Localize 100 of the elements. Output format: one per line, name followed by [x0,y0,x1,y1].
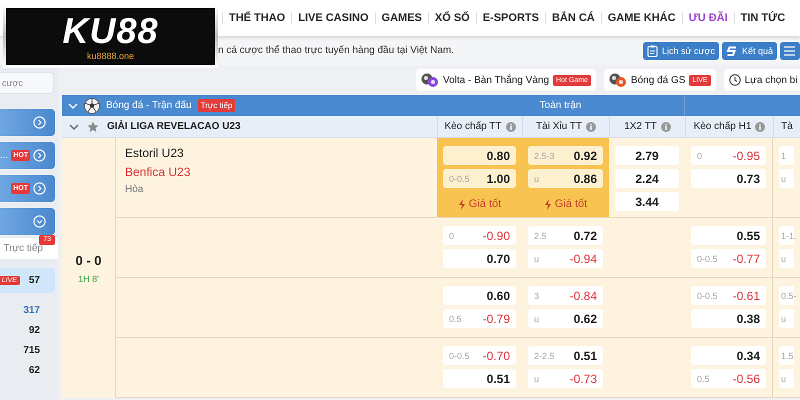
odds-value: 0.92 [574,148,597,162]
odds-cell[interactable]: 0 -0.90 [443,226,516,245]
handicap-line: 3 [534,290,540,300]
odds-cell[interactable]: u 0.62 [528,309,603,328]
odds-value: -0.61 [732,288,760,302]
odds-value: -0.79 [482,312,510,326]
star-icon[interactable] [87,120,99,132]
logo-domain: ku8888.one [86,50,134,62]
odds-cell[interactable]: 0-0.5 1.00 [443,169,516,188]
column-header: Tà [773,116,800,138]
odds-cell[interactable]: 0.38 [691,309,766,328]
lightning-icon [544,198,552,210]
sidebar-item[interactable] [0,109,55,136]
best-price-label: Giá tốt [528,198,603,210]
lightning-icon [458,198,466,210]
handicap-line: 0-0.5 [449,350,470,360]
odds-cell[interactable]: 3.44 [615,192,679,211]
odds-cell[interactable]: 0.80 [443,146,516,165]
odds-cell[interactable]: 2.24 [615,169,679,188]
sport-row[interactable]: 92 [0,320,55,340]
nav-tab[interactable]: XỔ SỐ [428,12,476,24]
handicap-line: 0.5- [781,290,797,300]
odds-cell[interactable]: u 0.86 [528,169,603,188]
handicap-line: 0.5 [697,374,710,384]
handicap-line: 0-0.5 [697,290,718,300]
nav-tab[interactable]: GAME KHÁC [600,12,682,24]
odds-cell[interactable]: 0.70 [443,249,516,268]
odds-value: 0.70 [486,252,510,266]
chip-label: Lựa chọn bi [744,74,798,86]
results-icon [726,44,738,56]
history-button[interactable]: Lịch sử cược [643,42,719,60]
odds-value: 0.62 [574,312,597,326]
nav-tab[interactable]: LIVE CASINO [291,12,375,24]
handicap-line: 0-0.5 [697,254,718,264]
nav-tab[interactable]: TIN TỨC [734,12,792,24]
odds-value: -0.90 [482,228,510,242]
ticker-text: n cá cược thể thao trực tuyến hàng đầu tại Việt Nam. [218,45,456,56]
chevron-circle-icon [33,215,46,228]
team-name: Estoril U23 [125,146,185,160]
sport-row[interactable]: 317 [0,300,55,320]
sidebar-item[interactable] [0,208,55,235]
odds-value: 0.38 [736,312,760,326]
best-price-label: Giá tốt [443,198,516,210]
picker-chip[interactable]: Lựa chọn bi [724,69,800,91]
chevron-circle-icon [33,182,46,195]
column-header: Kèo chấp TT [437,116,522,138]
odds-cell[interactable]: 0.34 [691,346,766,365]
nav-tab[interactable]: THỂ THAO [222,12,292,24]
nav-tab[interactable]: BẮN CÁ [544,12,601,24]
odds-cell[interactable]: 2-2.5 0.51 [528,346,603,365]
odds-value: 0.51 [486,372,510,386]
odds-cell[interactable]: 0-0.5 -0.77 [691,249,766,268]
odds-cell[interactable]: 3 -0.84 [528,286,603,305]
handicap-line: 2.5 [534,230,547,240]
odds-cell[interactable]: 0 -0.95 [691,146,766,165]
odds-cell[interactable]: 0.5 -0.56 [691,369,766,388]
odds-cell[interactable]: 2.79 [615,146,679,165]
odds-cell[interactable]: 2.5 0.72 [528,226,603,245]
clock-icon [728,74,741,86]
odds-value: -0.94 [570,252,597,266]
column-header: Tài Xỉu TT [522,116,609,138]
odds-value: 0.73 [736,172,760,186]
football-icon [84,98,100,114]
odds-value: -0.56 [732,372,760,386]
menu-icon [784,46,795,56]
odds-value: -0.84 [570,288,597,302]
column-header: 1X2 TT [609,116,685,138]
odds-cell[interactable]: u -0.94 [528,249,603,268]
results-button[interactable]: Kết quả [722,42,777,60]
handicap-line: u [534,314,540,324]
odds-cell[interactable]: 0-0.5 -0.70 [443,346,516,365]
handicap-line: 0.5 [449,314,462,324]
odds-cell[interactable]: u -0.73 [528,369,603,388]
odds-value: -0.77 [732,252,760,266]
handicap-line: 1.5 [781,350,794,360]
odds-cell[interactable]: 0.60 [443,286,516,305]
info-icon [586,122,596,132]
odds-cell[interactable]: 0-0.5 -0.61 [691,286,766,305]
nav-tab[interactable]: GAMES [374,12,428,24]
nav-tab[interactable]: ƯU ĐÃI [682,12,734,24]
odds-cell[interactable]: 0.51 [443,369,516,388]
sport-row[interactable]: 715 [0,340,55,360]
odds-value: 0.51 [574,348,597,362]
info-icon [660,122,671,132]
match-score: 0 - 0 [75,252,102,268]
handicap-line: u [781,314,786,324]
handicap-line: u [534,174,540,184]
nav-tab[interactable]: E-SPORTS [476,12,545,24]
section-title: Bóng đá - Trận đấu [106,100,192,111]
sport-row[interactable]: 62 [0,360,55,380]
league-row[interactable]: GIẢI LIGA REVELACAO U23 [62,116,437,138]
odds-cell[interactable]: 2.5-3 0.92 [528,146,603,165]
league-name: GIẢI LIGA REVELACAO U23 [107,121,241,132]
odds-cell[interactable]: 0.5 -0.79 [443,309,516,328]
chevron-icon[interactable] [68,100,78,110]
odds-cell[interactable]: 0.55 [691,226,766,245]
odds-cell[interactable]: 0.73 [691,169,766,188]
chevron-icon[interactable] [69,122,79,132]
menu-button[interactable] [780,42,800,60]
odds-value: 1.00 [486,172,510,186]
